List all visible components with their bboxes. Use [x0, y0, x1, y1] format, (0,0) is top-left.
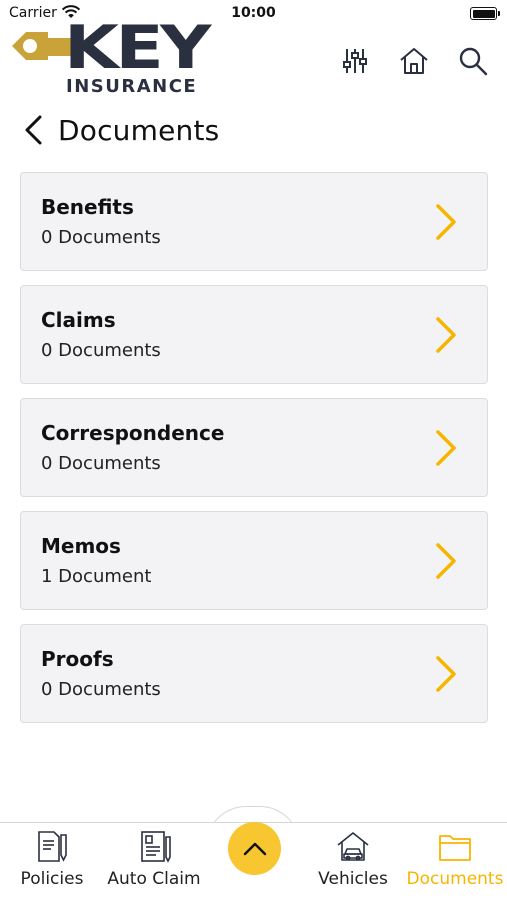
category-title: Memos — [41, 534, 121, 558]
chevron-right-icon — [436, 430, 456, 466]
nav-item-vehicles[interactable]: Vehicles — [303, 829, 403, 895]
category-count: 0 Documents — [41, 679, 161, 700]
category-card-proofs[interactable]: Proofs 0 Documents — [20, 624, 488, 723]
nav-label: Policies — [20, 869, 84, 889]
nav-item-policies[interactable]: Policies — [2, 829, 102, 895]
battery-icon — [470, 7, 500, 20]
claim-form-icon — [141, 831, 171, 863]
brand-logo[interactable]: KEY INSURANCE — [8, 18, 258, 98]
nav-label: Documents — [406, 869, 504, 889]
category-card-correspondence[interactable]: Correspondence 0 Documents — [20, 398, 488, 497]
policy-document-icon — [38, 831, 67, 862]
category-title: Benefits — [41, 195, 134, 219]
nav-label: Auto Claim — [107, 869, 201, 889]
brand-subtitle: INSURANCE — [66, 76, 198, 97]
nav-item-auto-claim[interactable]: Auto Claim — [104, 829, 204, 895]
category-count: 1 Document — [41, 566, 152, 587]
category-title: Correspondence — [41, 421, 225, 445]
category-count: 0 Documents — [41, 340, 161, 361]
sliders-icon[interactable] — [338, 44, 372, 78]
chevron-right-icon — [436, 543, 456, 579]
category-title: Claims — [41, 308, 116, 332]
garage-car-icon — [337, 832, 369, 861]
category-card-claims[interactable]: Claims 0 Documents — [20, 285, 488, 384]
category-card-benefits[interactable]: Benefits 0 Documents — [20, 172, 488, 271]
chevron-right-icon — [436, 317, 456, 353]
page-header: Documents — [22, 108, 219, 152]
category-count: 0 Documents — [41, 453, 161, 474]
page-title: Documents — [58, 113, 220, 147]
folder-icon — [439, 835, 471, 861]
search-icon[interactable] — [456, 44, 490, 78]
brand-name: KEY — [64, 13, 211, 83]
back-chevron-icon[interactable] — [22, 113, 44, 147]
category-title: Proofs — [41, 647, 114, 671]
nav-label: Vehicles — [318, 869, 388, 889]
category-count: 0 Documents — [41, 227, 161, 248]
home-icon[interactable] — [397, 44, 431, 78]
chevron-right-icon — [436, 204, 456, 240]
chevron-right-icon — [436, 656, 456, 692]
category-card-memos[interactable]: Memos 1 Document — [20, 511, 488, 610]
expand-menu-button[interactable] — [228, 822, 281, 875]
chevron-up-icon — [243, 842, 266, 855]
nav-item-documents[interactable]: Documents — [405, 829, 505, 895]
